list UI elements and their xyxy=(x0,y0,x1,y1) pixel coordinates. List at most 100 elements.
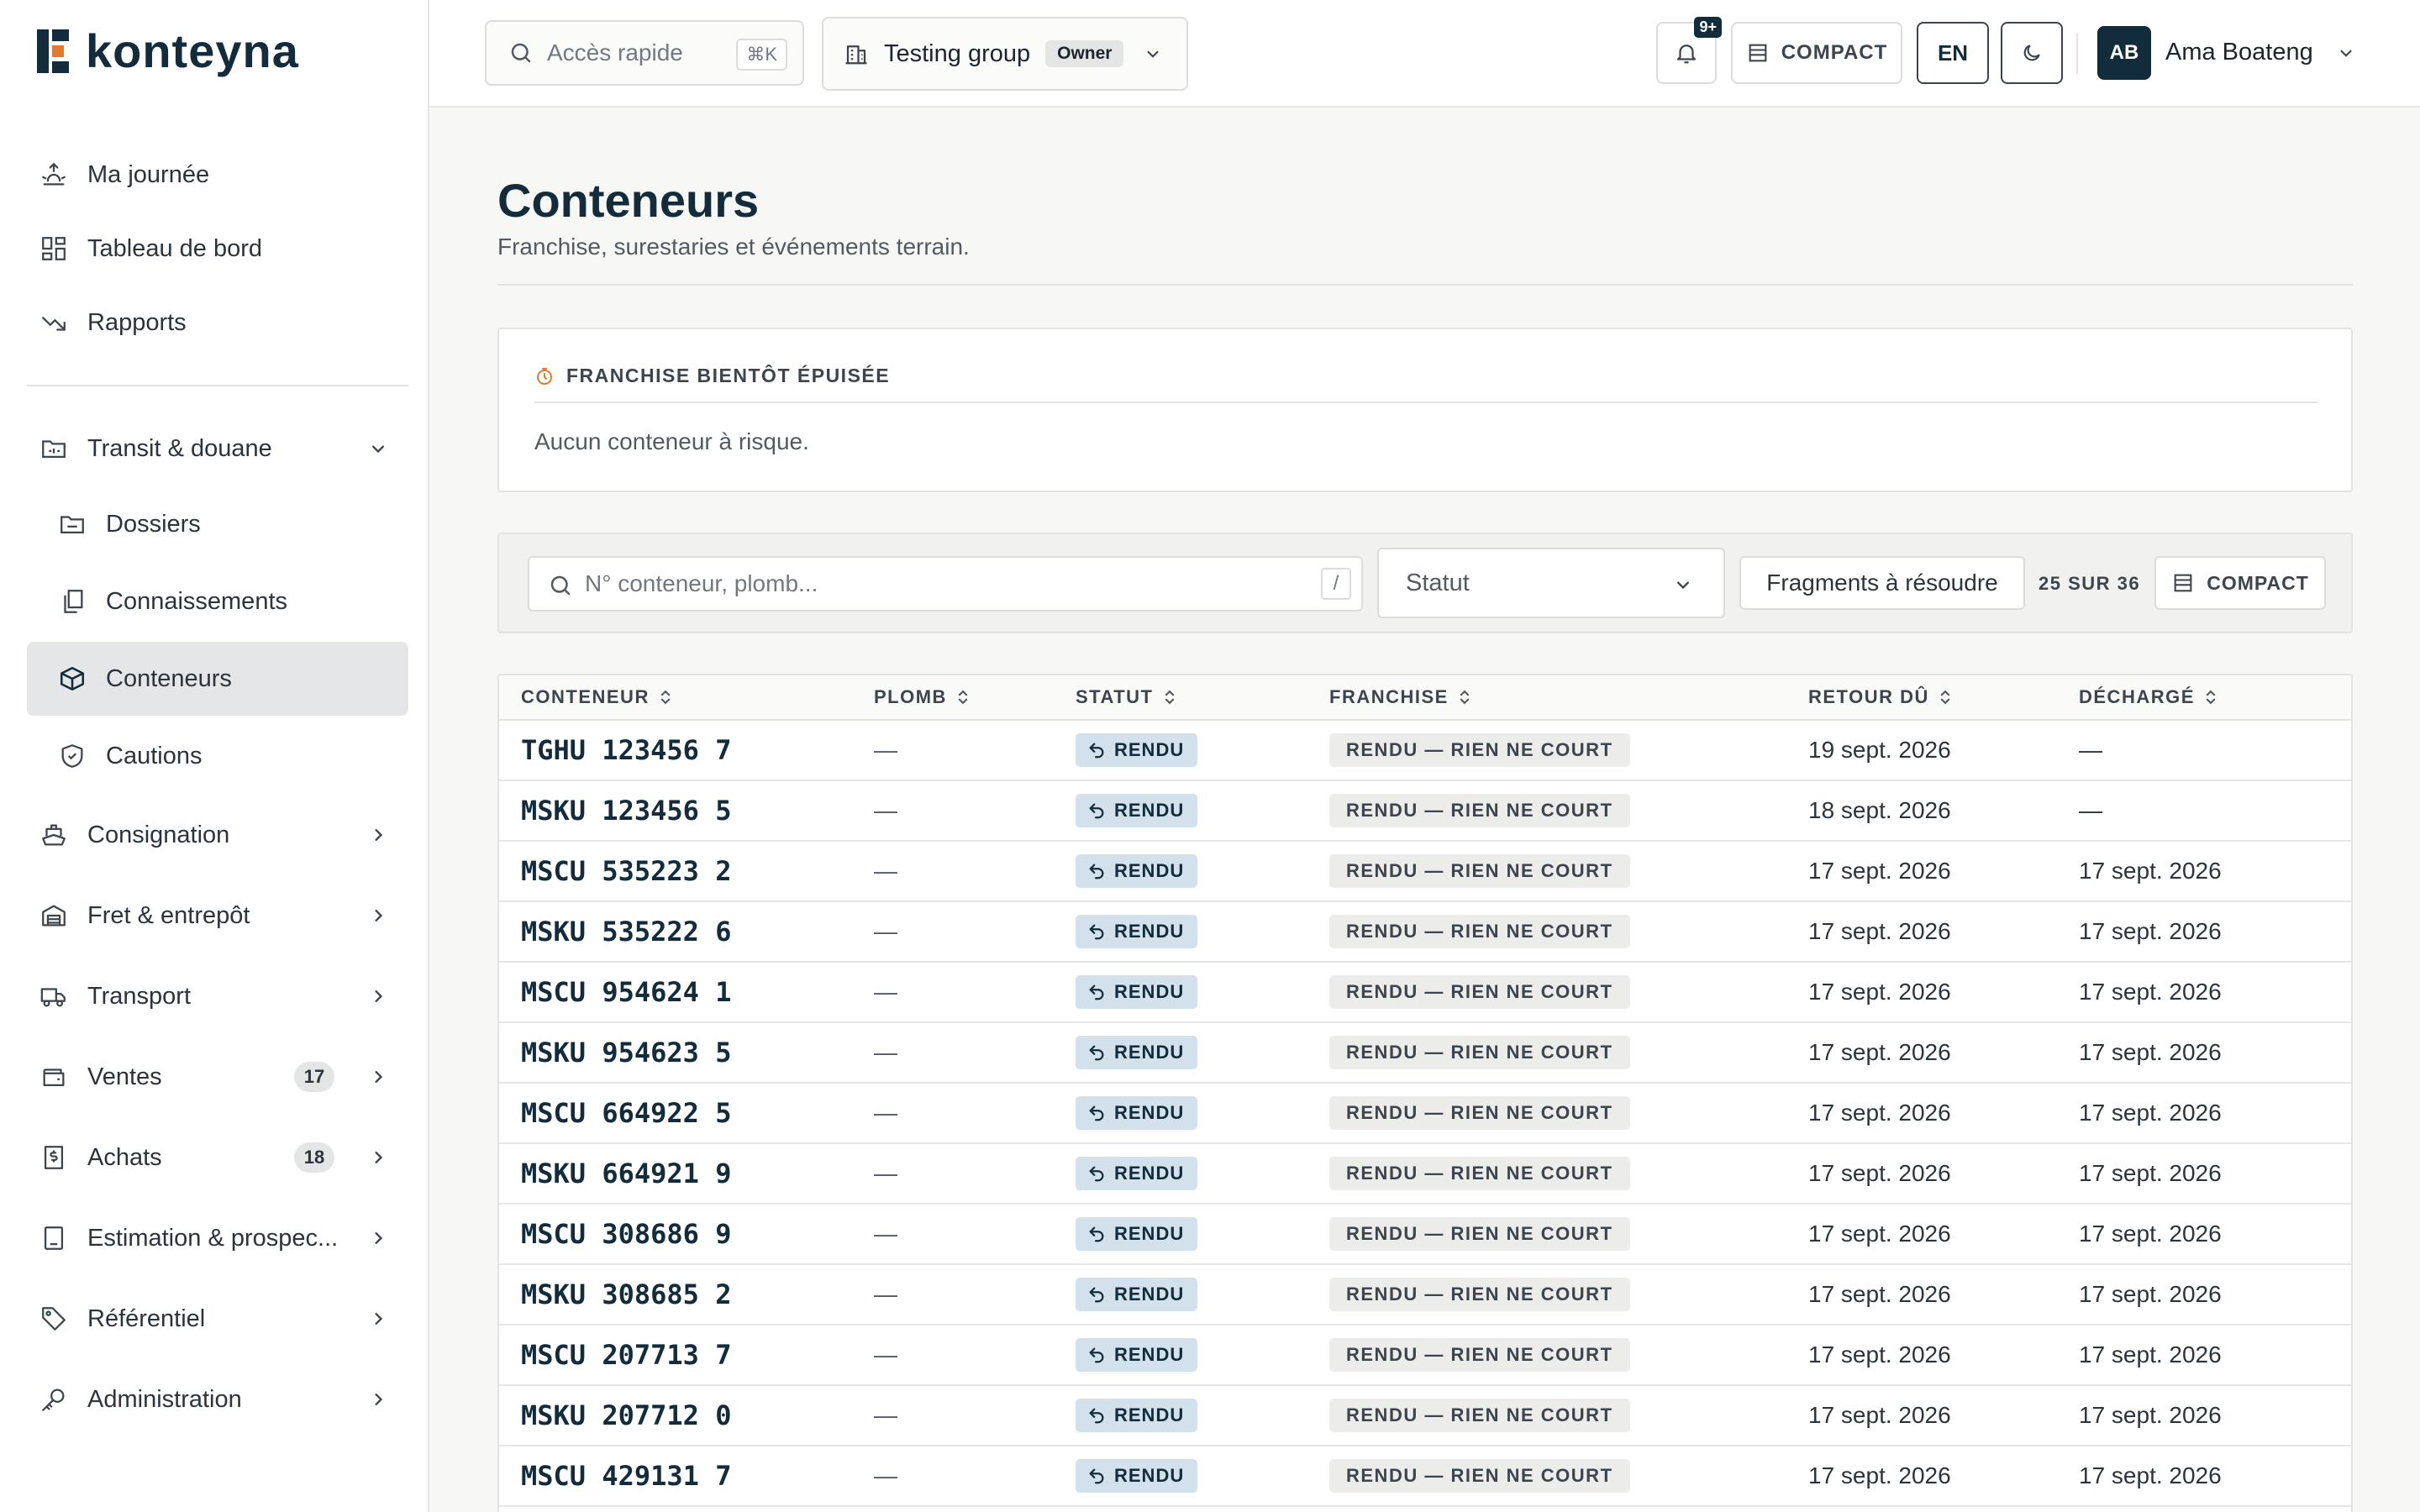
sort-icon xyxy=(2206,690,2216,705)
status-text: RENDU xyxy=(1114,739,1185,760)
user-menu[interactable]: Ama Boateng xyxy=(2165,39,2357,66)
table-row[interactable]: TGHU 123456 7 — RENDU RENDU — RIEN NE COURT… xyxy=(499,721,2351,781)
sidebar-item-consignation[interactable]: Consignation xyxy=(27,795,408,875)
column-header-conteneur[interactable]: CONTENEUR xyxy=(499,686,874,708)
sidebar-item-connaissements[interactable]: Connaissements xyxy=(27,563,408,640)
chevron-right-icon xyxy=(366,904,390,927)
compact-toggle-button[interactable]: COMPACT xyxy=(1731,22,1902,84)
discharged-date: — xyxy=(2079,797,2102,823)
sidebar-item-fret-entrepot[interactable]: Fret & entrepôt xyxy=(27,875,408,956)
user-name: Ama Boateng xyxy=(2165,39,2313,66)
sidebar-item-referentiel[interactable]: Référentiel xyxy=(27,1278,408,1359)
sidebar-item-label: Rapports xyxy=(87,308,187,336)
container-number[interactable]: MSKU 207712 0 xyxy=(521,1399,731,1431)
status-badge: RENDU xyxy=(1076,1217,1198,1251)
column-label: STATUT xyxy=(1076,686,1154,707)
brand-logo[interactable]: konteyna xyxy=(37,24,299,78)
sidebar-item-achats[interactable]: Achats 18 xyxy=(27,1117,408,1198)
column-header-statut[interactable]: STATUT xyxy=(1076,686,1329,708)
return-due-date: 17 sept. 2026 xyxy=(1808,1341,1951,1368)
container-number[interactable]: TGHU 123456 7 xyxy=(521,734,731,766)
column-header-decharge[interactable]: DÉCHARGÉ xyxy=(2079,686,2331,708)
seal-value: — xyxy=(874,797,897,823)
column-header-retour-du[interactable]: RETOUR DÛ xyxy=(1808,686,2079,708)
sidebar-item-administration[interactable]: Administration xyxy=(27,1359,408,1440)
status-select[interactable]: Statut xyxy=(1377,548,1725,618)
sidebar-item-rapports[interactable]: Rapports xyxy=(27,286,408,360)
status-text: RENDU xyxy=(1114,1102,1185,1123)
sidebar-item-label: Connaissements xyxy=(106,587,287,615)
container-number[interactable]: MSKU 123456 5 xyxy=(521,795,731,827)
sidebar-item-cautions[interactable]: Cautions xyxy=(27,717,408,795)
table-row[interactable]: MSKU 954623 5 — RENDU RENDU — RIEN NE COURT… xyxy=(499,1023,2351,1084)
theme-toggle-button[interactable] xyxy=(2001,22,2063,84)
role-badge: Owner xyxy=(1045,40,1124,67)
return-due-date: 17 sept. 2026 xyxy=(1808,979,1951,1005)
table-row[interactable]: MSKU 207712 0 — RENDU RENDU — RIEN NE COURT… xyxy=(499,1386,2351,1446)
status-badge: RENDU xyxy=(1076,1338,1198,1372)
sidebar-item-ma-journee[interactable]: Ma journée xyxy=(27,138,408,212)
column-header-plomb[interactable]: PLOMB xyxy=(874,686,1076,708)
quick-search-input[interactable]: Accès rapide ⌘K xyxy=(485,20,804,86)
discharged-date: 17 sept. 2026 xyxy=(2079,918,2222,944)
table-row[interactable]: MSKU 123456 5 — RENDU RENDU — RIEN NE COURT… xyxy=(499,781,2351,842)
table-row[interactable]: MSCU 535223 2 — RENDU RENDU — RIEN NE COURT… xyxy=(499,842,2351,902)
container-number[interactable]: MSKU 954623 5 xyxy=(521,1037,731,1068)
bell-icon xyxy=(1674,40,1699,66)
status-badge: RENDU xyxy=(1076,1036,1198,1069)
sidebar-item-dossiers[interactable]: Dossiers xyxy=(27,486,408,563)
brand-name: konteyna xyxy=(86,24,299,77)
table-row[interactable]: MSCU 207713 7 — RENDU RENDU — RIEN NE COURT… xyxy=(499,1326,2351,1386)
quick-search-placeholder: Accès rapide xyxy=(547,39,683,66)
chevron-down-icon xyxy=(366,437,390,460)
sidebar-item-conteneurs[interactable]: Conteneurs xyxy=(27,642,408,716)
seal-value: — xyxy=(874,1100,897,1126)
notifications-button[interactable]: 9+ xyxy=(1656,17,1722,84)
container-number[interactable]: MSKU 535222 6 xyxy=(521,916,731,948)
return-arrow-icon xyxy=(1089,1408,1104,1424)
container-number[interactable]: MSCU 308686 9 xyxy=(521,1218,731,1250)
return-due-date: 17 sept. 2026 xyxy=(1808,1100,1951,1126)
sidebar-item-transport[interactable]: Transport xyxy=(27,956,408,1037)
status-select-label: Statut xyxy=(1406,569,1470,596)
container-number[interactable]: MSKU 308685 2 xyxy=(521,1278,731,1310)
table-row[interactable] xyxy=(499,1507,2351,1512)
column-header-franchise[interactable]: FRANCHISE xyxy=(1329,686,1808,708)
container-number[interactable]: MSCU 954624 1 xyxy=(521,976,731,1008)
status-badge: RENDU xyxy=(1076,794,1198,827)
table-row[interactable]: MSCU 954624 1 — RENDU RENDU — RIEN NE COURT… xyxy=(499,963,2351,1023)
table-row[interactable]: MSCU 429131 7 — RENDU RENDU — RIEN NE COURT… xyxy=(499,1446,2351,1507)
fragments-button[interactable]: Fragments à résoudre xyxy=(1739,556,2025,610)
folder-customs-icon xyxy=(39,433,69,464)
status-badge: RENDU xyxy=(1076,1096,1198,1130)
building-icon xyxy=(844,41,869,66)
container-number[interactable]: MSCU 535223 2 xyxy=(521,855,731,887)
sidebar: konteyna Ma journée Tableau de bord Rapp… xyxy=(0,0,429,1512)
search-icon xyxy=(508,40,534,66)
container-number[interactable]: MSCU 207713 7 xyxy=(521,1339,731,1371)
table-row[interactable]: MSKU 535222 6 — RENDU RENDU — RIEN NE COURT… xyxy=(499,902,2351,963)
return-due-date: 19 sept. 2026 xyxy=(1808,737,1951,763)
table-row[interactable]: MSKU 664921 9 — RENDU RENDU — RIEN NE COURT… xyxy=(499,1144,2351,1205)
container-number[interactable]: MSKU 664921 9 xyxy=(521,1158,731,1189)
sidebar-item-estimation[interactable]: Estimation & prospec... xyxy=(27,1198,408,1278)
group-switcher[interactable]: Testing group Owner xyxy=(822,17,1188,91)
sidebar-item-label: Estimation & prospec... xyxy=(87,1224,339,1252)
sidebar-item-ventes[interactable]: Ventes 17 xyxy=(27,1037,408,1117)
container-search-input[interactable]: N° conteneur, plomb... / xyxy=(528,556,1363,612)
sort-icon xyxy=(1460,690,1470,705)
franchise-badge: RENDU — RIEN NE COURT xyxy=(1329,1278,1630,1311)
stopwatch-icon xyxy=(534,366,555,386)
language-button[interactable]: EN xyxy=(1917,22,1989,84)
table-row[interactable]: MSCU 664922 5 — RENDU RENDU — RIEN NE COURT… xyxy=(499,1084,2351,1144)
sidebar-item-tableau-de-bord[interactable]: Tableau de bord xyxy=(27,212,408,286)
avatar[interactable]: AB xyxy=(2097,26,2151,80)
table-row[interactable]: MSKU 308685 2 — RENDU RENDU — RIEN NE COURT… xyxy=(499,1265,2351,1326)
container-number[interactable]: MSCU 429131 7 xyxy=(521,1460,731,1492)
table-compact-button[interactable]: COMPACT xyxy=(2154,556,2326,610)
container-number[interactable]: MSCU 664922 5 xyxy=(521,1097,731,1129)
status-text: RENDU xyxy=(1114,1163,1185,1184)
sidebar-item-transit-douane[interactable]: Transit & douane xyxy=(27,412,408,486)
sort-icon xyxy=(1165,690,1174,705)
table-row[interactable]: MSCU 308686 9 — RENDU RENDU — RIEN NE COURT… xyxy=(499,1205,2351,1265)
